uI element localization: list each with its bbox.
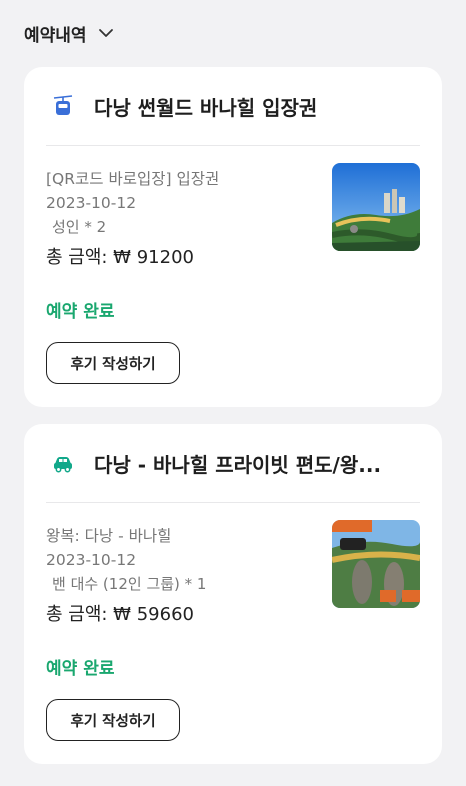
product-thumbnail[interactable]	[332, 163, 420, 251]
total-amount: 총 금액: ₩ 91200	[46, 247, 194, 268]
ba-na-hills-image	[332, 163, 420, 251]
product-thumbnail[interactable]	[332, 520, 420, 608]
product-title[interactable]: 다낭 - 바나힐 프라이빗 편도/왕...	[94, 449, 381, 478]
page-title: 예약내역	[24, 25, 87, 46]
status-badge: 예약 완료	[46, 659, 115, 679]
order-details: 왕복: 다낭 - 바나힐 2023-10-12 밴 대수 (12인 그룹) * …	[46, 524, 206, 628]
cable-car-icon	[53, 95, 73, 115]
order-card-header: 다낭 썬월드 바나힐 입장권	[24, 67, 442, 145]
option-text: 왕복: 다낭 - 바나힐	[46, 527, 172, 545]
car-icon	[54, 457, 72, 473]
write-review-button[interactable]: 후기 작성하기	[46, 699, 180, 741]
write-review-button[interactable]: 후기 작성하기	[46, 342, 180, 384]
order-history-header[interactable]: 예약내역	[24, 20, 115, 46]
reservation-date: 2023-10-12	[46, 194, 137, 212]
golden-bridge-image	[332, 520, 420, 608]
divider	[46, 502, 420, 503]
chevron-down-icon[interactable]	[97, 24, 115, 42]
total-amount: 총 금액: ₩ 59660	[46, 604, 194, 625]
reservation-date: 2023-10-12	[46, 551, 137, 569]
order-card[interactable]: 다낭 썬월드 바나힐 입장권 [QR코드 바로입장] 입장권 2023-10-1…	[24, 67, 442, 407]
product-title[interactable]: 다낭 썬월드 바나힐 입장권	[94, 92, 317, 121]
status-badge: 예약 완료	[46, 302, 115, 322]
option-text: [QR코드 바로입장] 입장권	[46, 170, 220, 188]
order-details: [QR코드 바로입장] 입장권 2023-10-12 성인 * 2 총 금액: …	[46, 167, 219, 271]
divider	[46, 145, 420, 146]
quantity-text: 성인 * 2	[52, 218, 107, 236]
order-card-header: 다낭 - 바나힐 프라이빗 편도/왕...	[24, 424, 442, 502]
order-card[interactable]: 다낭 - 바나힐 프라이빗 편도/왕... 왕복: 다낭 - 바나힐 2023-…	[24, 424, 442, 764]
quantity-text: 밴 대수 (12인 그룹) * 1	[52, 575, 207, 593]
